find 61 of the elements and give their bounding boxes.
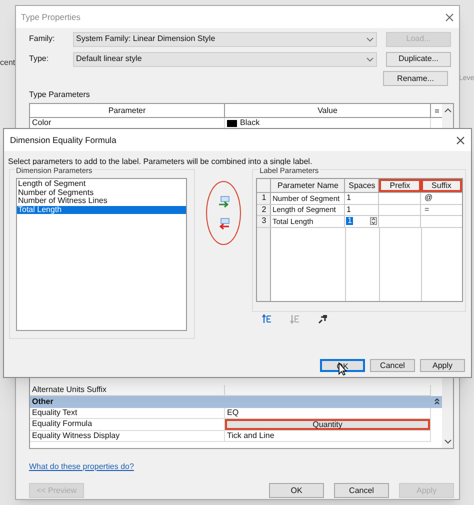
table-cell: Tick and Line xyxy=(225,430,431,442)
add-arrow-icon xyxy=(218,196,230,208)
column-header: Parameter Name xyxy=(271,179,346,192)
table-cell: Equality Text xyxy=(30,408,225,419)
remove-parameter-button[interactable] xyxy=(218,218,230,230)
section-label: Type Parameters xyxy=(29,89,91,101)
button[interactable]: Rename... xyxy=(383,71,448,86)
group-title: Other xyxy=(32,396,54,408)
field-label: Family: xyxy=(29,33,56,45)
list-item[interactable]: Number of Witness Lines xyxy=(17,197,186,206)
table-cell-text: @ xyxy=(423,193,434,204)
list-item[interactable]: Length of Segment xyxy=(17,180,186,188)
instruction-text: Select parameters to add to the label. Parameters will be combined into a single label. xyxy=(7,156,314,168)
row-number: 1 xyxy=(257,193,272,204)
edit-button[interactable] xyxy=(317,313,330,325)
list-item[interactable]: Number of Segments xyxy=(17,188,186,197)
help-link[interactable]: What do these properties do? xyxy=(29,461,134,471)
group-header[interactable]: Other xyxy=(30,396,442,408)
move-up-button[interactable] xyxy=(261,313,274,325)
cell-text: Black xyxy=(240,117,260,130)
column-header: Parameter xyxy=(30,104,225,118)
table-cell: Equality Formula xyxy=(30,419,225,430)
button[interactable]: OK xyxy=(269,483,324,498)
column-header: Prefix xyxy=(379,179,422,192)
column-header: Suffix xyxy=(421,179,462,192)
column-header: Value xyxy=(225,104,431,118)
close-icon xyxy=(456,136,465,144)
background-label: cent xyxy=(0,57,16,69)
field-label: Type: xyxy=(29,53,50,65)
table-cell-text: = xyxy=(423,204,430,215)
button[interactable]: Duplicate... xyxy=(386,52,451,66)
sort-icon xyxy=(434,108,440,114)
table-cell: 1 xyxy=(345,204,380,215)
button[interactable]: Cancel xyxy=(370,359,415,372)
field-value: 1 xyxy=(346,217,353,226)
close-icon xyxy=(445,12,454,22)
scroll-up-icon xyxy=(444,107,452,113)
button[interactable]: Cancel xyxy=(334,483,389,498)
formula-button[interactable]: Quantity xyxy=(225,419,430,430)
table-cell: Equality Witness Display xyxy=(30,430,225,442)
scroll-down-icon xyxy=(444,439,452,445)
spinner-arrows-icon xyxy=(370,217,378,226)
column-header: Spaces xyxy=(345,179,380,192)
dropdown[interactable]: Default linear style xyxy=(73,52,377,66)
list-item[interactable]: Total Length xyxy=(17,206,186,214)
move-down-icon xyxy=(290,314,300,324)
move-up-icon xyxy=(262,314,272,324)
spinner-field[interactable]: 1 xyxy=(345,216,380,226)
wrench-icon xyxy=(318,314,328,324)
table-cell: 1 xyxy=(345,193,380,204)
dropdown[interactable]: System Family: Linear Dimension Style xyxy=(73,32,377,46)
row-number: 3 xyxy=(257,216,272,226)
collapse-icon xyxy=(434,398,440,406)
add-parameter-button[interactable] xyxy=(218,196,230,208)
chevron-down-icon xyxy=(366,56,374,62)
chevron-down-icon xyxy=(366,36,374,42)
window-title: Dimension Equality Formula xyxy=(10,134,116,146)
window-title: Type Properties xyxy=(21,10,81,24)
button[interactable]: Apply xyxy=(420,359,465,372)
remove-arrow-icon xyxy=(218,218,230,230)
row-number: 2 xyxy=(257,204,272,215)
